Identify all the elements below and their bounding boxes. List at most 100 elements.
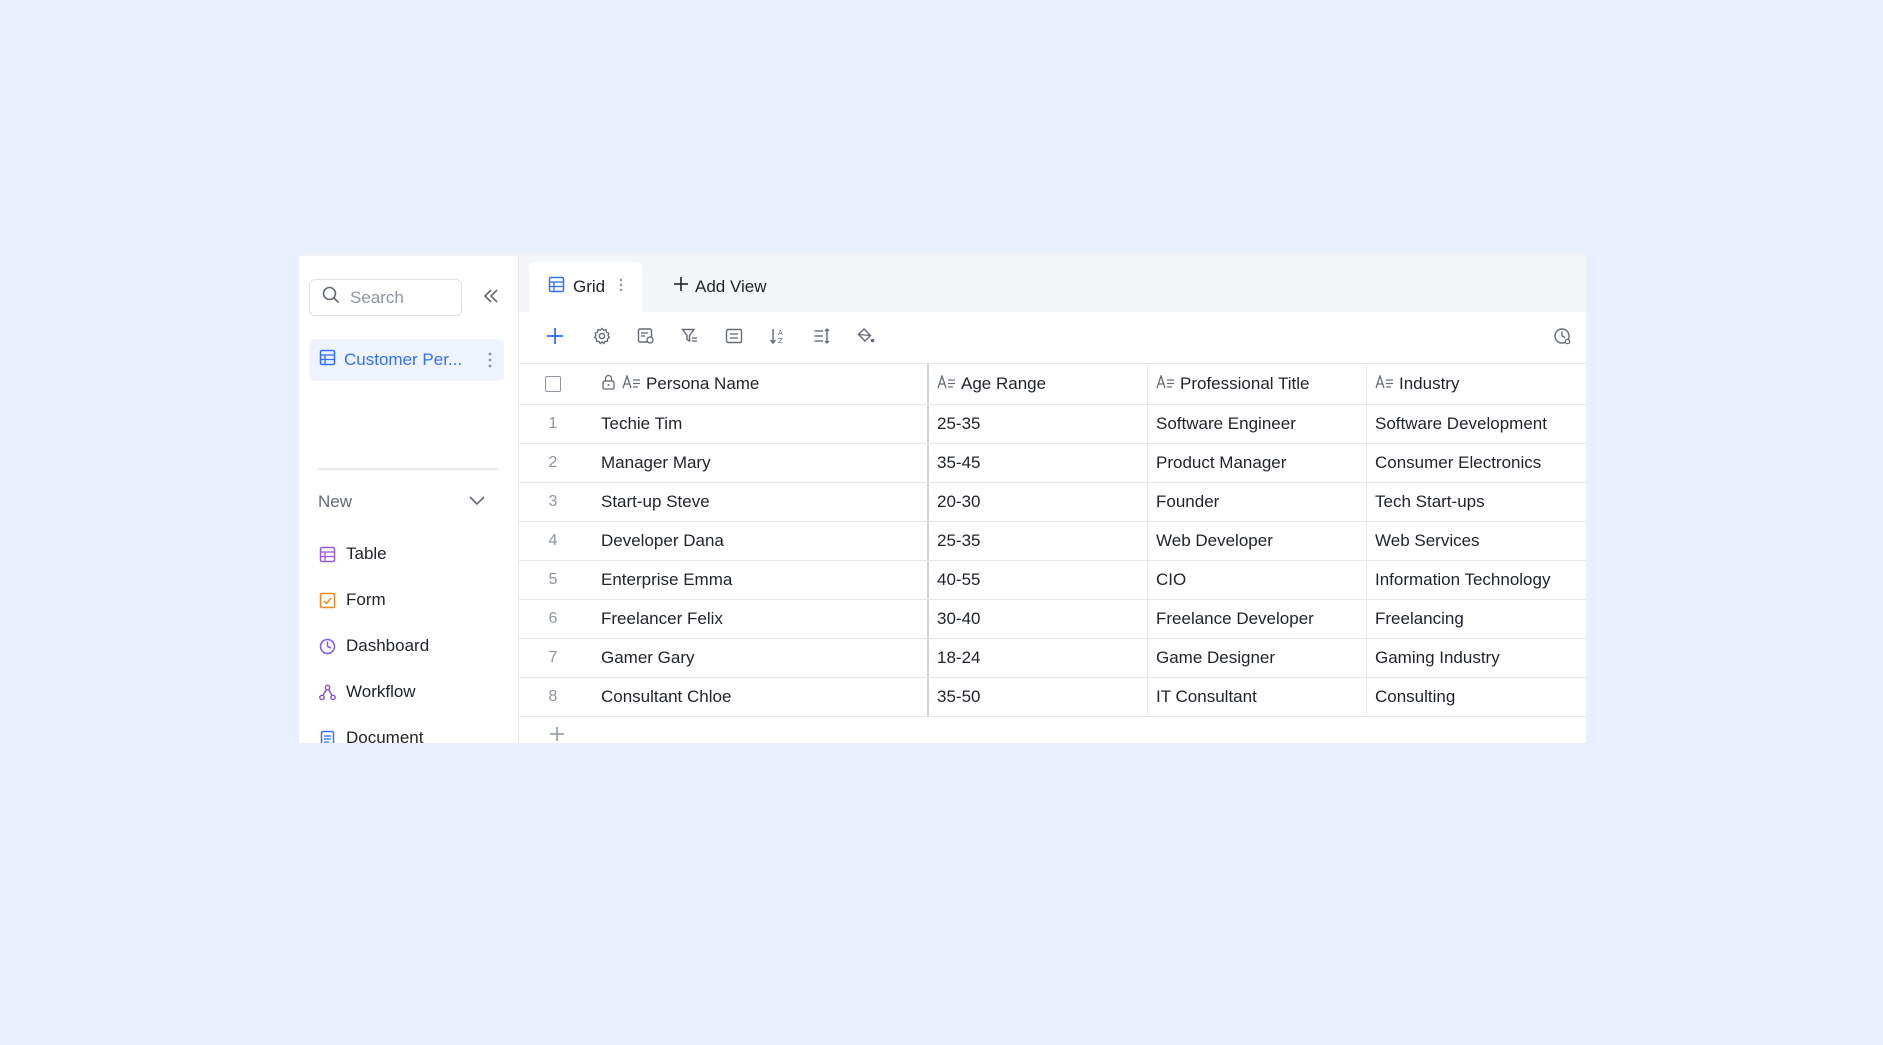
tab-grid[interactable]: Grid: [529, 262, 642, 312]
cell-professional-title[interactable]: IT Consultant: [1148, 678, 1367, 716]
create-table-item[interactable]: Table: [318, 531, 429, 577]
row-index: 6: [548, 610, 558, 627]
settings-button[interactable]: [590, 326, 614, 350]
more-vertical-icon[interactable]: [619, 278, 623, 297]
create-document-item[interactable]: Document: [318, 715, 429, 743]
cell-persona-name[interactable]: Manager Mary: [601, 444, 929, 482]
create-form-item[interactable]: Form: [318, 577, 429, 623]
cell-age-range[interactable]: 18-24: [929, 639, 1148, 677]
cell-persona-name[interactable]: Enterprise Emma: [601, 561, 929, 599]
column-header-professional-title[interactable]: Professional Title: [1148, 364, 1367, 404]
fill-color-button[interactable]: [854, 326, 878, 350]
cell-age-range[interactable]: 20-30: [929, 483, 1148, 521]
cell-industry[interactable]: Freelancing: [1367, 600, 1586, 638]
cell-age-range[interactable]: 25-35: [929, 522, 1148, 560]
cell-persona-name[interactable]: Gamer Gary: [601, 639, 929, 677]
cell-professional-title[interactable]: Product Manager: [1148, 444, 1367, 482]
cell-age-range[interactable]: 35-45: [929, 444, 1148, 482]
table-row[interactable]: 2 Manager Mary 35-45 Product Manager Con…: [519, 444, 1586, 483]
toolbar: AZ: [519, 312, 1586, 363]
cell-professional-title[interactable]: Game Designer: [1148, 639, 1367, 677]
cell-industry[interactable]: Software Development: [1367, 405, 1586, 443]
paint-bucket-icon: [857, 327, 875, 350]
cell-persona-name[interactable]: Start-up Steve: [601, 483, 929, 521]
create-item-label: Form: [346, 590, 386, 609]
cell-industry[interactable]: Consulting: [1367, 678, 1586, 716]
table-header-row: Persona Name Age Range Professional Titl…: [519, 363, 1586, 405]
create-workflow-item[interactable]: Workflow: [318, 669, 429, 715]
sort-az-icon: AZ: [769, 327, 787, 350]
main-area: Grid Add View A Z Persona Name Age Range…: [519, 256, 1586, 743]
cell-age-range[interactable]: 40-55: [929, 561, 1148, 599]
history-button[interactable]: [1550, 326, 1574, 350]
double-chevron-left-icon: [482, 287, 500, 310]
cell-persona-name[interactable]: Techie Tim: [601, 405, 929, 443]
create-item-label: Document: [346, 728, 424, 743]
row-index: 1: [548, 415, 558, 432]
search-box[interactable]: [309, 279, 462, 316]
column-header-label: Age Range: [961, 374, 1047, 393]
row-height-icon: [813, 327, 831, 350]
select-all-checkbox[interactable]: [545, 376, 561, 392]
data-grid: Persona Name Age Range Professional Titl…: [519, 363, 1586, 717]
add-view-button[interactable]: Add View: [667, 276, 767, 297]
more-vertical-icon[interactable]: [488, 352, 492, 373]
cell-persona-name[interactable]: Freelancer Felix: [601, 600, 929, 638]
cell-professional-title[interactable]: Founder: [1148, 483, 1367, 521]
column-header-industry[interactable]: Industry: [1367, 364, 1586, 404]
table-row[interactable]: 7 Gamer Gary 18-24 Game Designer Gaming …: [519, 639, 1586, 678]
table-row[interactable]: 6 Freelancer Felix 30-40 Freelance Devel…: [519, 600, 1586, 639]
cell-age-range[interactable]: 35-50: [929, 678, 1148, 716]
table-row[interactable]: 5 Enterprise Emma 40-55 CIO Information …: [519, 561, 1586, 600]
cell-industry[interactable]: Web Services: [1367, 522, 1586, 560]
search-input[interactable]: [348, 286, 452, 309]
cell-age-range[interactable]: 30-40: [929, 600, 1148, 638]
add-row-button[interactable]: [549, 726, 565, 743]
collapse-sidebar-button[interactable]: [479, 286, 503, 310]
cell-age-range[interactable]: 25-35: [929, 405, 1148, 443]
column-header-age-range[interactable]: Age Range: [929, 364, 1148, 404]
table-row[interactable]: 4 Developer Dana 25-35 Web Developer Web…: [519, 522, 1586, 561]
row-height-button[interactable]: [810, 326, 834, 350]
cell-industry[interactable]: Consumer Electronics: [1367, 444, 1586, 482]
select-all-cell[interactable]: [519, 364, 601, 404]
row-index: 8: [548, 688, 558, 705]
filter-button[interactable]: [678, 326, 702, 350]
sidebar-item-customer-personas[interactable]: Customer Per...: [309, 339, 504, 381]
table-row[interactable]: 8 Consultant Chloe 35-50 IT Consultant C…: [519, 678, 1586, 717]
cell-industry[interactable]: Tech Start-ups: [1367, 483, 1586, 521]
sidebar-item-label: Customer Per...: [344, 350, 463, 369]
text-field-icon: [1156, 373, 1175, 394]
plus-icon: [546, 327, 564, 350]
cell-persona-name[interactable]: Consultant Chloe: [601, 678, 929, 716]
text-field-icon: [622, 373, 641, 394]
new-section-toggle[interactable]: New: [318, 488, 486, 516]
cell-industry[interactable]: Gaming Industry: [1367, 639, 1586, 677]
text-field-icon: [937, 373, 956, 394]
cell-persona-name[interactable]: Developer Dana: [601, 522, 929, 560]
column-header-persona-name[interactable]: Persona Name: [601, 364, 929, 404]
add-view-label: Add View: [695, 276, 767, 296]
table-row[interactable]: 3 Start-up Steve 20-30 Founder Tech Star…: [519, 483, 1586, 522]
plus-icon: [549, 727, 565, 743]
add-record-button[interactable]: [543, 326, 567, 350]
text-field-icon: [1375, 373, 1394, 394]
sort-button[interactable]: AZ: [766, 326, 790, 350]
row-index: 7: [548, 649, 558, 666]
search-icon: [322, 286, 340, 309]
cell-professional-title[interactable]: Freelance Developer: [1148, 600, 1367, 638]
new-label: New: [318, 492, 353, 511]
create-item-label: Table: [346, 544, 387, 563]
dashboard-icon: [318, 637, 336, 655]
document-icon: [318, 729, 336, 743]
cell-professional-title[interactable]: Software Engineer: [1148, 405, 1367, 443]
cell-industry[interactable]: Information Technology: [1367, 561, 1586, 599]
group-button[interactable]: [722, 326, 746, 350]
table-icon: [319, 349, 336, 371]
create-dashboard-item[interactable]: Dashboard: [318, 623, 429, 669]
table-row[interactable]: 1 Techie Tim 25-35 Software Engineer Sof…: [519, 405, 1586, 444]
field-config-button[interactable]: [634, 326, 658, 350]
cell-professional-title[interactable]: Web Developer: [1148, 522, 1367, 560]
tab-label: Grid: [573, 277, 606, 296]
cell-professional-title[interactable]: CIO: [1148, 561, 1367, 599]
